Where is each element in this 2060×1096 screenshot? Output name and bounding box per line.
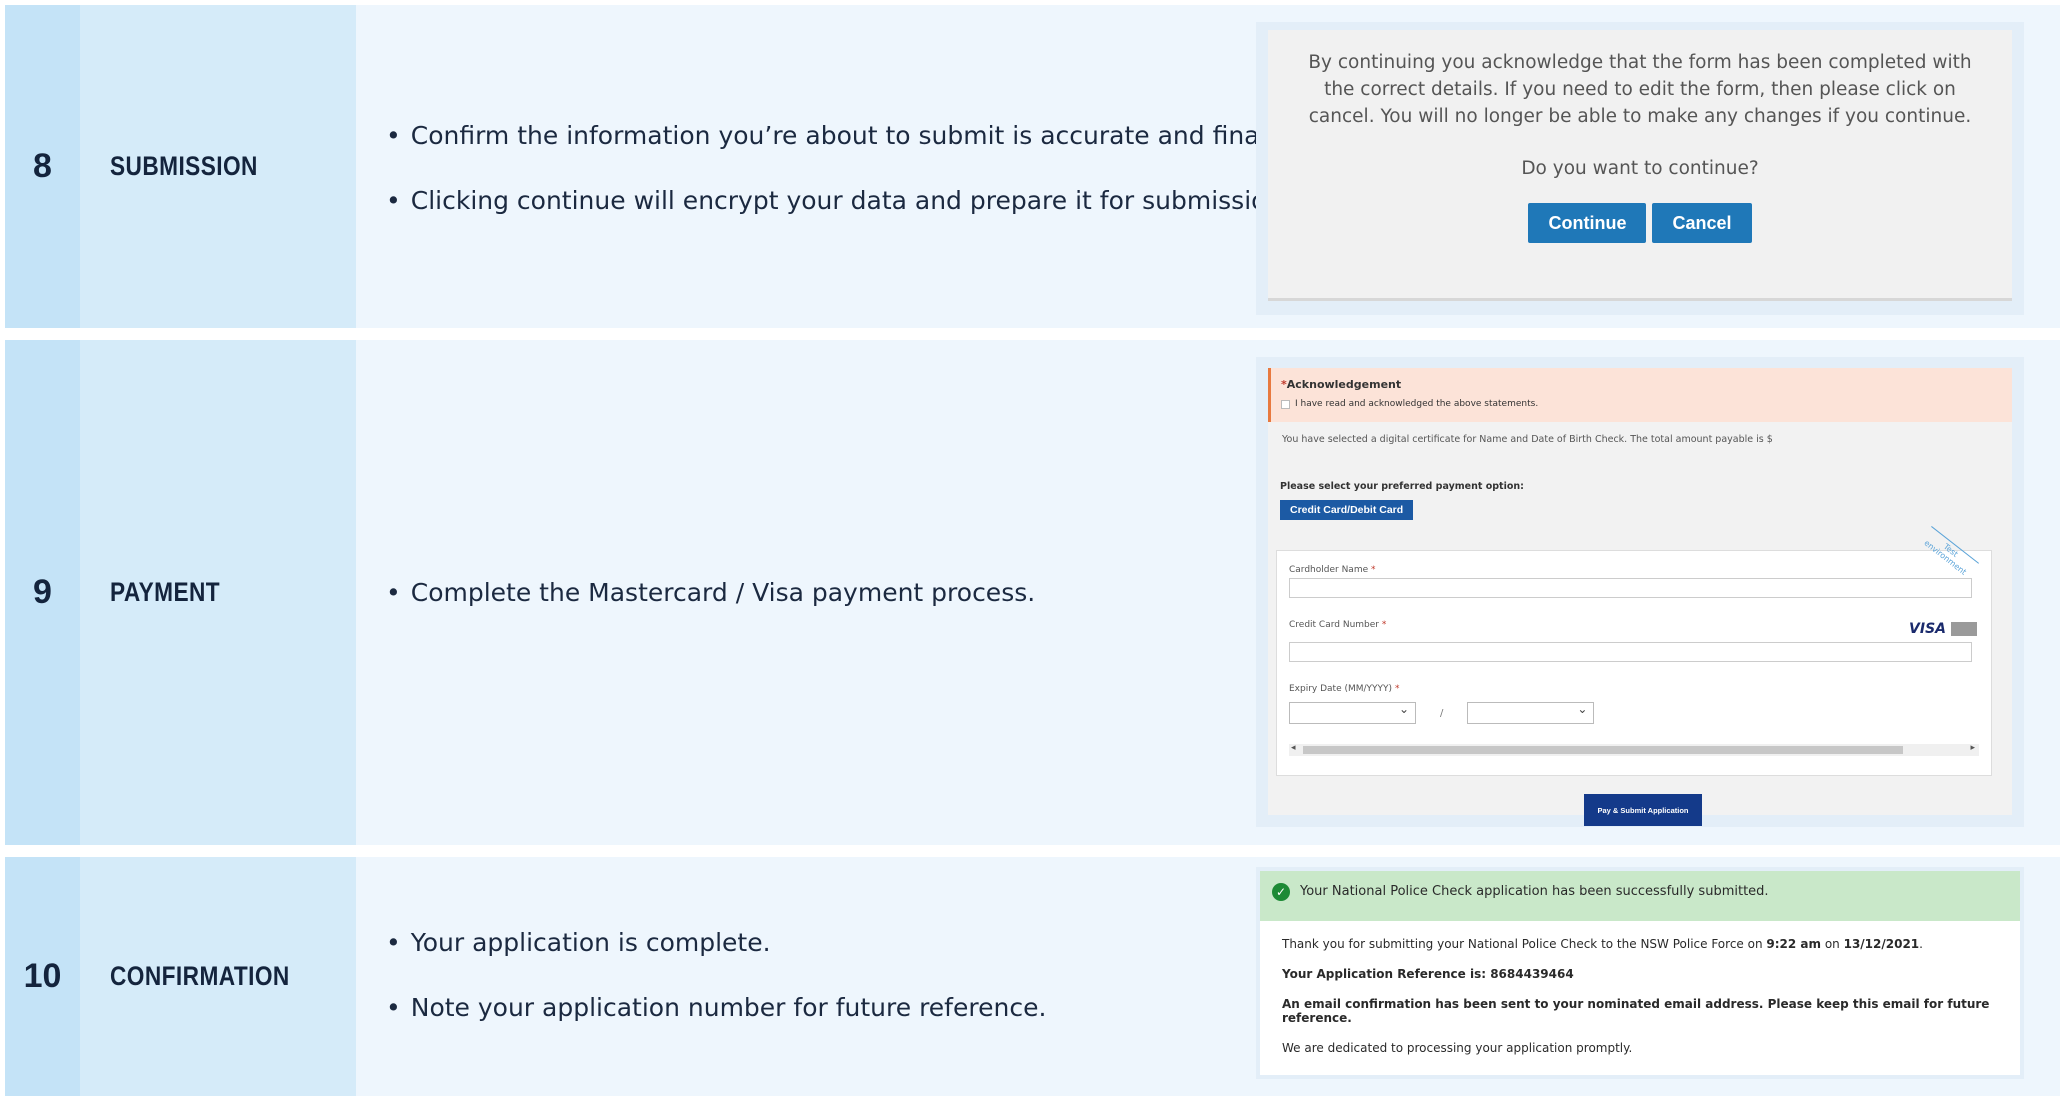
scrollbar-thumb[interactable]	[1303, 746, 1903, 754]
acknowledgement-box: *Acknowledgement I have read and acknowl…	[1268, 368, 2012, 422]
step-title: SUBMISSION	[80, 5, 356, 328]
step-row-payment: 9 PAYMENT Complete the Mastercard / Visa…	[5, 340, 2060, 845]
thank-you-text: Thank you for submitting your National P…	[1282, 937, 1923, 951]
success-message: Your National Police Check application h…	[1300, 884, 1769, 899]
bullet-item: Clicking continue will encrypt your data…	[386, 185, 1290, 216]
acknowledgement-checkbox-row[interactable]: I have read and acknowledged the above s…	[1281, 399, 2002, 409]
step-row-confirmation: 10 CONFIRMATION Your application is comp…	[5, 857, 2060, 1096]
confirmation-panel: ✓ Your National Police Check application…	[1260, 871, 2020, 1075]
email-confirmation-text: An email confirmation has been sent to y…	[1282, 997, 1990, 1025]
success-banner: ✓ Your National Police Check application…	[1260, 871, 2020, 921]
payment-option-label: Please select your preferred payment opt…	[1280, 481, 1524, 492]
step-number: 8	[5, 5, 80, 328]
confirm-dialog: By continuing you acknowledge that the f…	[1268, 30, 2012, 301]
visa-logo: VISA	[1909, 621, 1977, 637]
confirmation-screenshot: ✓ Your National Police Check application…	[1256, 867, 2024, 1079]
card-number-input[interactable]	[1289, 642, 1972, 662]
bullet-item: Confirm the information you’re about to …	[386, 120, 1290, 151]
cancel-button[interactable]: Cancel	[1652, 203, 1752, 243]
dialog-question: Do you want to continue?	[1521, 158, 1759, 179]
step-title: PAYMENT	[80, 340, 356, 845]
card-details-panel: Test environment Cardholder Name * Credi…	[1276, 526, 1992, 776]
cardholder-name-label: Cardholder Name *	[1289, 565, 1376, 575]
card-icon	[1951, 622, 1977, 636]
application-reference: Your Application Reference is: 868443946…	[1282, 967, 1574, 981]
payment-form-screenshot: *Acknowledgement I have read and acknowl…	[1256, 357, 2024, 827]
bullet-item: Your application is complete.	[386, 927, 1046, 958]
scroll-left-icon[interactable]: ◂	[1291, 743, 1296, 753]
step-number: 9	[5, 340, 80, 845]
scroll-right-icon[interactable]: ▸	[1970, 743, 1975, 753]
expiry-month-select[interactable]	[1289, 702, 1416, 724]
processing-text: We are dedicated to processing your appl…	[1282, 1041, 1633, 1055]
expiry-separator: /	[1440, 707, 1444, 719]
step-title: CONFIRMATION	[80, 857, 356, 1096]
acknowledgement-heading: *Acknowledgement	[1281, 378, 1402, 391]
checkbox-label: I have read and acknowledged the above s…	[1295, 399, 1539, 409]
bullet-list: Your application is complete. Note your …	[386, 927, 1047, 1058]
step-content: Confirm the information you’re about to …	[356, 5, 2060, 328]
selection-summary: You have selected a digital certificate …	[1282, 434, 1773, 445]
dialog-message: By continuing you acknowledge that the f…	[1308, 52, 1972, 127]
expiry-date-label: Expiry Date (MM/YYYY) *	[1289, 684, 1400, 694]
bullet-list: Confirm the information you’re about to …	[386, 120, 1290, 251]
step-content: Complete the Mastercard / Visa payment p…	[356, 340, 2060, 845]
step-number: 10	[5, 857, 80, 1096]
check-icon: ✓	[1272, 883, 1290, 901]
payment-form: *Acknowledgement I have read and acknowl…	[1268, 368, 2012, 826]
pay-submit-button[interactable]: Pay & Submit Application	[1584, 794, 1702, 826]
card-number-label: Credit Card Number *	[1289, 620, 1387, 630]
step-row-submission: 8 SUBMISSION Confirm the information you…	[5, 5, 2060, 328]
checkbox[interactable]	[1281, 399, 1290, 409]
submission-dialog-screenshot: By continuing you acknowledge that the f…	[1256, 22, 2024, 315]
expiry-year-select[interactable]	[1467, 702, 1595, 724]
bullet-list: Complete the Mastercard / Visa payment p…	[386, 577, 1035, 642]
cardholder-name-input[interactable]	[1289, 578, 1972, 598]
credit-card-option-button[interactable]: Credit Card/Debit Card	[1280, 500, 1414, 520]
step-content: Your application is complete. Note your …	[356, 857, 2060, 1096]
continue-button[interactable]: Continue	[1528, 203, 1647, 243]
bullet-item: Complete the Mastercard / Visa payment p…	[386, 577, 1035, 608]
horizontal-scrollbar[interactable]: ◂ ▸	[1289, 743, 1979, 756]
bullet-item: Note your application number for future …	[386, 992, 1047, 1023]
